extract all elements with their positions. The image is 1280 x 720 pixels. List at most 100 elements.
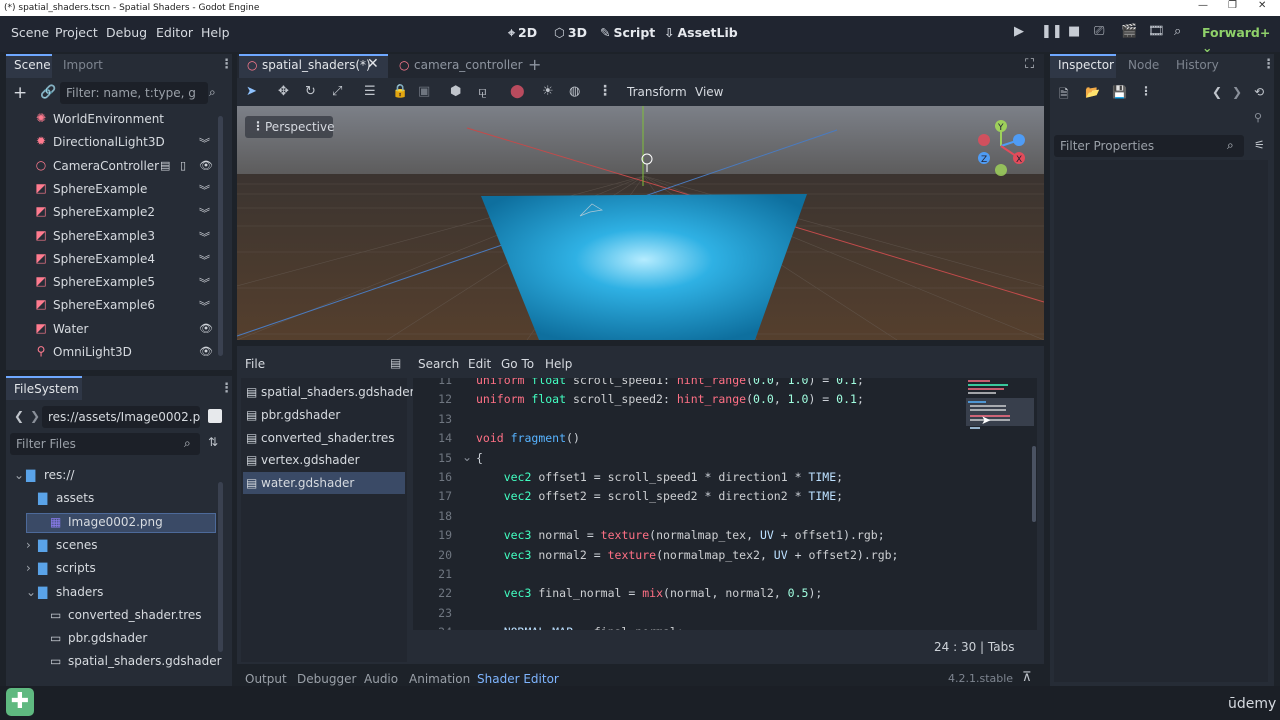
scene-dock-menu-icon[interactable]: ⋮ — [220, 57, 233, 72]
scene-node-cameracontroller[interactable]: CameraController — [53, 156, 159, 176]
properties-options-icon[interactable]: ⚟ — [1254, 138, 1265, 152]
expand-icon[interactable]: ︾ — [199, 252, 210, 268]
code-line[interactable]: 11 uniform float scroll_speed1: hint_rang… — [416, 378, 966, 390]
lock-icon[interactable]: 🔒 — [392, 84, 408, 99]
mode-script-button[interactable]: ✎ Script — [600, 25, 655, 40]
mode-assetlib-button[interactable]: ⇩ AssetLib — [664, 25, 738, 40]
distraction-free-icon[interactable]: ⛶ — [1025, 57, 1034, 72]
edit-properties-icon[interactable]: ⚲ — [1254, 111, 1262, 124]
filesystem-filter-input[interactable]: Filter Files — [10, 433, 200, 455]
shader-file-item[interactable]: ▤ water.gdshader — [243, 472, 405, 495]
remote-debug-icon[interactable]: ⎚ — [1094, 24, 1104, 39]
expand-arrow-icon[interactable]: ⌄ — [14, 465, 24, 485]
movie-maker-icon[interactable]: ⌕ — [1174, 24, 1181, 39]
add-tab-icon[interactable]: + — [528, 55, 541, 74]
snap-icon[interactable]: ⚼ — [478, 84, 487, 99]
forward-icon[interactable]: ❯ — [30, 409, 40, 423]
list-select-icon[interactable]: ☰ — [364, 84, 376, 99]
expand-icon[interactable]: ︾ — [199, 182, 210, 198]
code-line[interactable]: 22 vec3 final_normal = mix(normal, norma… — [416, 584, 966, 603]
sort-icon[interactable]: ⇅ — [208, 435, 218, 449]
bottom-tab-output[interactable]: Output — [245, 672, 287, 686]
visibility-icon[interactable]: 👁 — [199, 345, 213, 358]
code-line[interactable]: 18 — [416, 507, 966, 526]
shader-file-item[interactable]: ▤ spatial_shaders.gdshader — [243, 381, 415, 403]
history-back-icon[interactable]: ❮ — [1212, 85, 1222, 99]
menu-project[interactable]: Project — [55, 25, 98, 40]
scene-filter-input[interactable]: Filter: name, t:type, g — [60, 82, 208, 104]
scene-node-sphereexample2[interactable]: SphereExample2 — [53, 202, 155, 222]
filesystem-item[interactable]: shaders — [56, 582, 103, 602]
transform-menu[interactable]: Transform — [627, 85, 687, 99]
visibility-icon[interactable]: 👁 — [199, 322, 213, 335]
bottom-tab-animation[interactable]: Animation — [409, 672, 470, 686]
view-gizmo[interactable]: Y X Z — [975, 120, 1031, 178]
scale-tool-icon[interactable]: ⤢ — [332, 84, 342, 99]
filesystem-item[interactable]: scenes — [56, 535, 97, 555]
local-space-icon[interactable]: ⬢ — [450, 84, 461, 99]
filesystem-menu-icon[interactable]: ⋮ — [220, 381, 233, 396]
maximize-icon[interactable]: ❐ — [1228, 0, 1237, 11]
shader-menu-edit[interactable]: Edit — [468, 357, 491, 371]
scene-node-sphereexample3[interactable]: SphereExample3 — [53, 226, 155, 246]
toggle-files-panel-icon[interactable]: ▤ — [390, 356, 401, 370]
filesystem-item[interactable]: assets — [56, 488, 94, 508]
expand-arrow-icon[interactable]: › — [26, 535, 31, 555]
menu-scene[interactable]: Scene — [11, 25, 49, 40]
link-icon[interactable]: 🔗 — [40, 85, 56, 100]
shader-file-item[interactable]: ▤ pbr.gdshader — [243, 404, 405, 426]
close-tab-icon[interactable]: ✕ — [367, 56, 379, 72]
scene-node-water[interactable]: Water — [53, 319, 88, 339]
code-editor[interactable]: 11 uniform float scroll_speed1: hint_rang… — [413, 378, 1037, 630]
expand-icon[interactable]: ︾ — [199, 229, 210, 245]
play-scene-icon[interactable]: 🎬 — [1121, 24, 1137, 39]
code-line[interactable]: 21 — [416, 565, 966, 584]
save-resource-icon[interactable]: 💾 — [1112, 85, 1127, 99]
code-line[interactable]: 20 vec3 normal2 = texture(normalmap_tex2… — [416, 546, 966, 565]
environment-preview-icon[interactable]: ◍ — [569, 84, 580, 99]
menu-debug[interactable]: Debug — [106, 25, 147, 40]
code-line[interactable]: 13 — [416, 410, 966, 429]
rotate-tool-icon[interactable]: ↻ — [305, 84, 316, 99]
scene-node-sphereexample5[interactable]: SphereExample5 — [53, 272, 155, 292]
pin-panel-icon[interactable]: ⊼ — [1022, 670, 1032, 685]
code-line[interactable]: 19 vec3 normal = texture(normalmap_tex, … — [416, 526, 966, 545]
bottom-tab-audio[interactable]: Audio — [364, 672, 398, 686]
tab-camera-controller[interactable]: camera_controller — [414, 58, 523, 72]
stop-icon[interactable]: ■ — [1068, 24, 1080, 39]
code-minimap[interactable] — [966, 378, 1034, 434]
tab-node[interactable]: Node — [1128, 58, 1159, 72]
move-tool-icon[interactable]: ✥ — [278, 84, 289, 99]
3d-viewport[interactable]: ⋮ Perspective Y X Z — [237, 106, 1044, 340]
code-line[interactable]: 24 NORMAL_MAP = final_normal; — [416, 623, 966, 630]
bottom-tab-debugger[interactable]: Debugger — [297, 672, 356, 686]
history-forward-icon[interactable]: ❯ — [1232, 85, 1242, 99]
tab-import[interactable]: Import — [63, 58, 103, 72]
scene-node-directionallight3d[interactable]: DirectionalLight3D — [53, 132, 165, 152]
filesystem-item[interactable]: pbr.gdshader — [68, 628, 147, 648]
expand-icon[interactable]: ︾ — [199, 135, 210, 151]
group-icon[interactable]: ▣ — [418, 84, 430, 99]
filesystem-item[interactable]: Image0002.png — [68, 512, 163, 532]
filesystem-item[interactable]: converted_shader.tres — [68, 605, 202, 625]
expand-arrow-icon[interactable]: ⌄ — [26, 582, 36, 602]
resource-options-icon[interactable]: ⋮ — [1140, 84, 1152, 98]
visibility-icon[interactable]: 👁 — [199, 159, 213, 172]
menu-editor[interactable]: Editor — [156, 25, 193, 40]
code-line[interactable]: 14 void fragment() — [416, 429, 966, 448]
script-attached-icon[interactable]: ▤ — [160, 159, 170, 172]
menu-help[interactable]: Help — [201, 25, 230, 40]
filesystem-scrollbar[interactable] — [218, 482, 223, 652]
expand-icon[interactable]: ︾ — [199, 298, 210, 314]
mode-3d-button[interactable]: ⬡ 3D — [554, 25, 587, 40]
add-icon[interactable]: ✚ — [6, 688, 34, 716]
scene-node-sphereexample6[interactable]: SphereExample6 — [53, 295, 155, 315]
close-icon[interactable]: ✕ — [1258, 0, 1266, 11]
add-node-icon[interactable]: + — [13, 83, 27, 103]
signal-icon[interactable]: ▯ — [180, 159, 186, 172]
open-resource-icon[interactable]: 📂 — [1085, 85, 1100, 99]
more-options-icon[interactable]: ⋮ — [598, 83, 612, 99]
pause-icon[interactable]: ❚❚ — [1041, 24, 1063, 39]
code-line[interactable]: 15 { — [416, 449, 966, 468]
filesystem-path-input[interactable]: res://assets/Image0002.png — [42, 406, 200, 428]
